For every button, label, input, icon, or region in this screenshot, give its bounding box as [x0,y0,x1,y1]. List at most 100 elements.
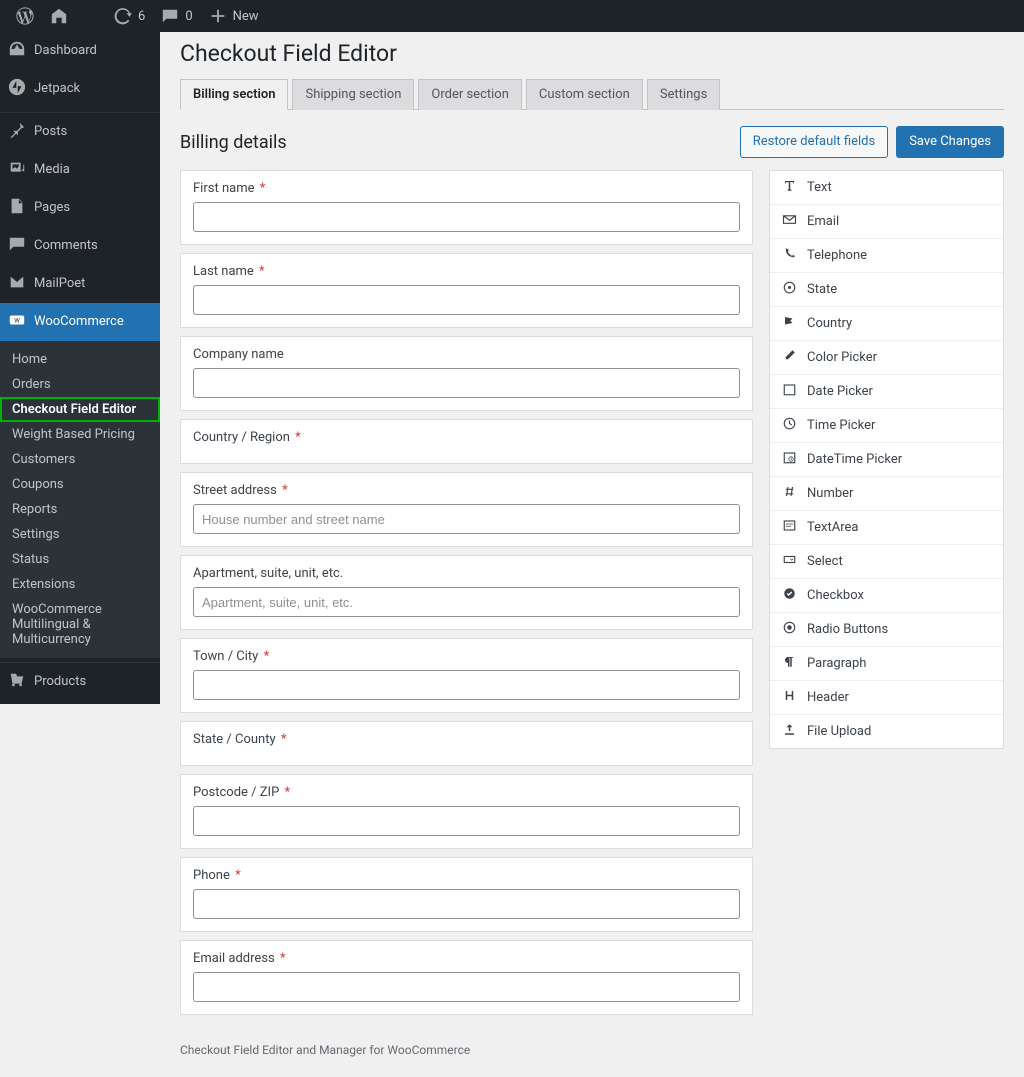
company-name-input[interactable] [193,368,740,398]
submenu-item-woocommerce-multilingual-multicurrency[interactable]: WooCommerce Multilingual & Multicurrency [0,597,160,652]
menu-item-comments[interactable]: Comments [0,227,160,265]
required-marker: * [282,483,288,498]
field-type-select[interactable]: Select [770,545,1003,579]
field-card-country-region[interactable]: Country / Region * [180,419,753,464]
field-card-postcode-zip[interactable]: Postcode / ZIP * [180,774,753,849]
products-icon [8,671,26,693]
field-type-file-upload[interactable]: File Upload [770,715,1003,748]
field-type-email[interactable]: Email [770,205,1003,239]
submenu-item-weight-based-pricing[interactable]: Weight Based Pricing [0,422,160,447]
field-card-last-name[interactable]: Last name * [180,253,753,328]
date-icon [782,382,797,401]
save-changes-button[interactable]: Save Changes [896,126,1004,158]
tab-billing-section[interactable]: Billing section [180,79,288,110]
submenu-item-coupons[interactable]: Coupons [0,472,160,497]
tab-shipping-section[interactable]: Shipping section [292,79,414,110]
last-name-input[interactable] [193,285,740,315]
site-home-button[interactable] [42,0,106,32]
required-marker: * [280,951,286,966]
field-label: Apartment, suite, unit, etc. [193,566,740,581]
menu-item-label: Media [34,162,70,179]
field-card-company-name[interactable]: Company name [180,336,753,411]
country-icon [782,314,797,333]
updates-button[interactable]: 6 [106,0,153,32]
menu-item-dashboard[interactable]: Dashboard [0,32,160,70]
field-type-textarea[interactable]: TextArea [770,511,1003,545]
street-address-input[interactable] [193,504,740,534]
field-card-phone[interactable]: Phone * [180,857,753,932]
submenu-item-extensions[interactable]: Extensions [0,572,160,597]
required-marker: * [235,868,241,883]
field-type-country[interactable]: Country [770,307,1003,341]
menu-item-woocommerce[interactable]: WWooCommerce [0,303,160,341]
field-card-state-county[interactable]: State / County * [180,721,753,766]
field-card-email-address[interactable]: Email address * [180,940,753,1015]
submenu-item-reports[interactable]: Reports [0,497,160,522]
field-type-text[interactable]: Text [770,171,1003,205]
field-type-label: Radio Buttons [807,622,888,637]
email-address-input[interactable] [193,972,740,1002]
page-wrap: Checkout Field Editor Billing sectionShi… [160,0,1024,1077]
tab-settings[interactable]: Settings [647,79,720,110]
tab-order-section[interactable]: Order section [418,79,522,110]
comments-button[interactable]: 0 [153,0,200,32]
field-type-date-picker[interactable]: Date Picker [770,375,1003,409]
first-name-input[interactable] [193,202,740,232]
paragraph-icon [782,654,797,673]
field-type-telephone[interactable]: Telephone [770,239,1003,273]
submenu-item-customers[interactable]: Customers [0,447,160,472]
submenu-item-orders[interactable]: Orders [0,372,160,397]
submenu-item-home[interactable]: Home [0,347,160,372]
field-type-time-picker[interactable]: Time Picker [770,409,1003,443]
submenu-item-checkout-field-editor[interactable]: Checkout Field Editor [0,397,160,422]
menu-item-pages[interactable]: Pages [0,189,160,227]
section-actions: Restore default fields Save Changes [740,126,1004,158]
field-label: Phone * [193,868,740,883]
wp-logo-button[interactable] [8,0,42,32]
field-type-label: Paragraph [807,656,866,671]
menu-item-products[interactable]: Products [0,663,160,701]
field-type-number[interactable]: Number [770,477,1003,511]
field-type-paragraph[interactable]: Paragraph [770,647,1003,681]
field-type-checkbox[interactable]: Checkbox [770,579,1003,613]
comment-icon [8,235,26,257]
field-label: First name * [193,181,740,196]
postcode-zip-input[interactable] [193,806,740,836]
media-icon [8,159,26,181]
dashboard-icon [8,40,26,62]
updates-count: 6 [138,9,145,24]
field-type-label: Header [807,690,849,705]
menu-item-mailpoet[interactable]: MailPoet [0,265,160,303]
field-type-color-picker[interactable]: Color Picker [770,341,1003,375]
required-marker: * [281,732,287,747]
submenu-item-status[interactable]: Status [0,547,160,572]
menu-item-posts[interactable]: Posts [0,113,160,151]
new-content-button[interactable]: New [201,0,267,32]
submenu-item-settings[interactable]: Settings [0,522,160,547]
menu-item-media[interactable]: Media [0,151,160,189]
required-marker: * [285,785,291,800]
editor-layout: First name * Last name * Company name Coun… [180,170,1004,1023]
datetime-icon [782,450,797,469]
menu-item-jetpack[interactable]: Jetpack [0,70,160,108]
field-type-header[interactable]: Header [770,681,1003,715]
field-card-town-city[interactable]: Town / City * [180,638,753,713]
tab-custom-section[interactable]: Custom section [526,79,643,110]
state-icon [782,280,797,299]
page-title: Checkout Field Editor [180,40,1004,67]
field-card-street-address[interactable]: Street address * [180,472,753,547]
field-card-first-name[interactable]: First name * [180,170,753,245]
comment-icon [161,7,179,25]
field-type-datetime-picker[interactable]: DateTime Picker [770,443,1003,477]
field-type-state[interactable]: State [770,273,1003,307]
field-type-radio-buttons[interactable]: Radio Buttons [770,613,1003,647]
pin-icon [8,121,26,143]
phone-input[interactable] [193,889,740,919]
apartment-suite-unit-etc--input[interactable] [193,587,740,617]
town-city-input[interactable] [193,670,740,700]
field-label: Postcode / ZIP * [193,785,740,800]
field-card-apartment-suite-unit-etc-[interactable]: Apartment, suite, unit, etc. [180,555,753,630]
required-marker: * [260,181,266,196]
header-icon [782,688,797,707]
restore-defaults-button[interactable]: Restore default fields [740,126,888,158]
